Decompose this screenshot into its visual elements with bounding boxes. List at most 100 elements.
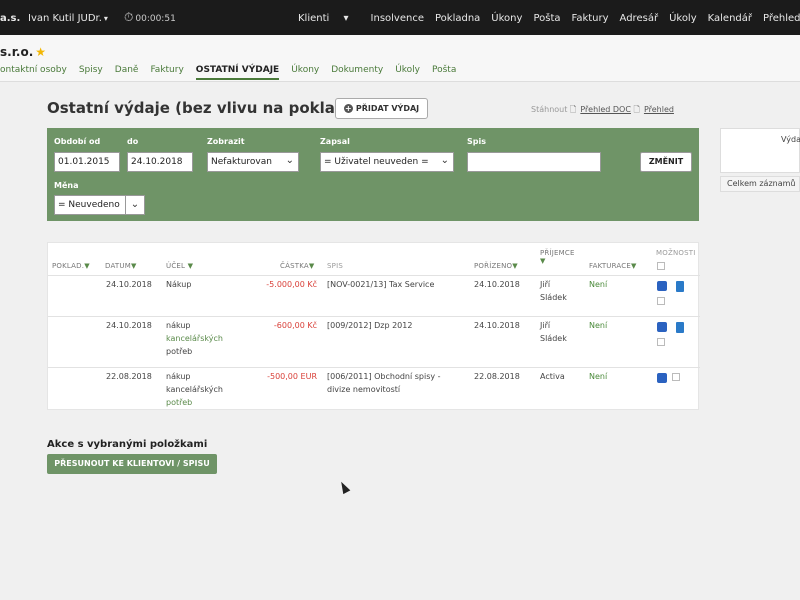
move-to-client-button[interactable]: PŘESUNOUT KE KLIENTOVI / SPISU: [47, 454, 217, 474]
cell-fakturace: Není: [589, 280, 608, 289]
change-button[interactable]: ZMĚNIT: [640, 152, 692, 172]
tab-ukony[interactable]: Úkony: [291, 65, 319, 80]
file-input[interactable]: [467, 152, 601, 172]
nav-item-faktury[interactable]: Faktury: [572, 13, 609, 24]
client-name-text: s.r.o.: [0, 45, 34, 59]
row-checkbox[interactable]: [657, 297, 665, 305]
sort-icon: ▼: [308, 262, 315, 270]
chevron-down-icon: ⌄: [285, 155, 294, 166]
cell-fakturace: Není: [589, 321, 608, 330]
select-all-checkbox[interactable]: [657, 262, 665, 270]
header-label: FAKTURACE: [589, 262, 631, 270]
date-from-input[interactable]: 01.01.2015: [54, 152, 120, 172]
nav-item-adresar[interactable]: Adresář: [620, 13, 659, 24]
ucel-line: potřeb: [166, 398, 193, 407]
header-label: POŘÍZENO: [474, 262, 513, 270]
cell-fakturace: Není: [589, 372, 608, 381]
chevron-down-icon: ▾: [103, 14, 108, 23]
file-label: Spis: [467, 137, 486, 146]
expenses-table: POKLAD.▼ DATUM▼ ÚČEL ▼ ČÁSTKA▼ SPIS POŘÍ…: [47, 242, 700, 410]
cell-castka: -500,00 EUR: [267, 372, 317, 381]
delete-icon[interactable]: [676, 322, 684, 333]
nav-item-kalendar[interactable]: Kalendář: [708, 13, 752, 24]
edit-icon[interactable]: [657, 322, 667, 332]
tab-posta[interactable]: Pošta: [432, 65, 456, 80]
header-castka[interactable]: ČÁSTKA▼: [280, 262, 314, 270]
star-icon[interactable]: ★: [35, 45, 46, 59]
header-prijemce[interactable]: PŘÍJEMCE ▼: [540, 249, 575, 265]
date-to-input[interactable]: 24.10.2018: [127, 152, 193, 172]
tab-faktury[interactable]: Faktury: [150, 65, 183, 80]
cell-spis[interactable]: [006/2011] Obchodní spisy - divize nemovi…: [327, 370, 441, 396]
cell-porizeno: 24.10.2018: [474, 280, 520, 289]
spis-line: [006/2011] Obchodní spisy -: [327, 372, 441, 381]
header-datum[interactable]: DATUM▼: [105, 262, 137, 270]
cell-spis[interactable]: [NOV-0021/13] Tax Service: [327, 278, 434, 291]
header-pokladna[interactable]: POKLAD.▼: [52, 262, 90, 270]
tab-contacts[interactable]: ontaktní osoby: [0, 65, 67, 80]
client-tabs: ontaktní osoby Spisy Daně Faktury OSTATN…: [0, 65, 468, 80]
tab-ostatni-vydaje[interactable]: OSTATNÍ VÝDAJE: [195, 65, 280, 80]
summary-title: Výdaj: [781, 135, 800, 144]
ucel-line: potřeb: [166, 347, 193, 356]
tab-spisy[interactable]: Spisy: [79, 65, 103, 80]
cell-ucel: nákup kancelářských potřeb: [166, 370, 223, 409]
chevron-down-icon: ⌄: [440, 155, 449, 166]
row-checkbox[interactable]: [657, 338, 665, 346]
sort-icon: ▼: [512, 262, 518, 270]
show-label: Zobrazit: [207, 137, 245, 146]
download-links: Stáhnout 🗋 Přehled DOC 🗋 Přehled: [531, 104, 674, 118]
user-menu[interactable]: Ivan Kutil JUDr. ▾: [28, 13, 108, 24]
timer[interactable]: ⏱ 00:00:51: [124, 10, 176, 25]
author-select[interactable]: = Uživatel neuveden = ⌄: [320, 152, 454, 172]
cell-ucel: Nákup: [166, 280, 192, 289]
edit-icon[interactable]: [657, 281, 667, 291]
show-select-value: Nefakturovan: [211, 157, 272, 167]
tab-dokumenty[interactable]: Dokumenty: [331, 65, 383, 80]
download-label: Stáhnout: [531, 105, 568, 114]
top-bar: a.s. Ivan Kutil JUDr. ▾ ⏱ 00:00:51 Klienti…: [0, 0, 800, 35]
timer-value: 00:00:51: [135, 14, 176, 24]
add-expense-button[interactable]: + PŘIDAT VÝDAJ: [335, 98, 428, 119]
header-porizeno[interactable]: POŘÍZENO▼: [474, 262, 518, 270]
cell-spis[interactable]: [009/2012] Dzp 2012: [327, 319, 412, 332]
nav-item-insolvence[interactable]: Insolvence: [371, 13, 424, 24]
currency-select[interactable]: = Neuvedeno: [54, 195, 126, 215]
tab-dane[interactable]: Daně: [115, 65, 139, 80]
cell-ucel: nákup kancelářských potřeb: [166, 319, 223, 358]
nav-item-ukony[interactable]: Úkony: [491, 13, 522, 24]
mouse-cursor-icon: [337, 479, 351, 495]
currency-dropdown-button[interactable]: ⌄: [125, 195, 145, 215]
chevron-down-icon: ⌄: [130, 199, 140, 210]
brand-label: a.s.: [0, 13, 21, 24]
nav-item-klienti[interactable]: Klienti ▾: [298, 13, 360, 24]
nav-item-posta[interactable]: Pošta: [533, 13, 560, 24]
nav-item-prehledy[interactable]: Přehledy: [763, 13, 800, 24]
nav-item-pokladna[interactable]: Pokladna: [435, 13, 480, 24]
document-icon: 🗋: [633, 105, 640, 114]
stopwatch-icon: ⏱: [124, 10, 134, 24]
date-to-label: do: [127, 137, 139, 146]
prijemce-line: Jiří: [540, 280, 551, 289]
show-select[interactable]: Nefakturovan ⌄: [207, 152, 299, 172]
header-label: ČÁSTKA: [280, 262, 309, 270]
download-overview-link[interactable]: Přehled: [644, 105, 674, 114]
sort-icon: ▼: [630, 262, 637, 270]
header-fakturace[interactable]: FAKTURACE▼: [589, 262, 637, 270]
nav-item-ukoly[interactable]: Úkoly: [669, 13, 697, 24]
cell-datum: 24.10.2018: [106, 280, 152, 289]
author-select-value: = Uživatel neuveden =: [324, 157, 429, 167]
header-moznosti: MOŽNOSTI: [656, 249, 696, 257]
nav-label: Klienti: [298, 13, 330, 24]
delete-icon[interactable]: [676, 281, 684, 292]
cell-datum: 22.08.2018: [106, 372, 152, 381]
prijemce-line: Jiří: [540, 321, 551, 330]
bulk-actions-title: Akce s vybranými položkami: [47, 439, 208, 450]
download-doc-link[interactable]: Přehled DOC: [580, 105, 631, 114]
row-checkbox[interactable]: [672, 373, 680, 381]
tab-ukoly[interactable]: Úkoly: [395, 65, 420, 80]
header-ucel[interactable]: ÚČEL ▼: [166, 262, 193, 270]
edit-icon[interactable]: [657, 373, 667, 383]
header-label: DATUM: [105, 262, 131, 270]
prijemce-line: Sládek: [540, 293, 567, 302]
